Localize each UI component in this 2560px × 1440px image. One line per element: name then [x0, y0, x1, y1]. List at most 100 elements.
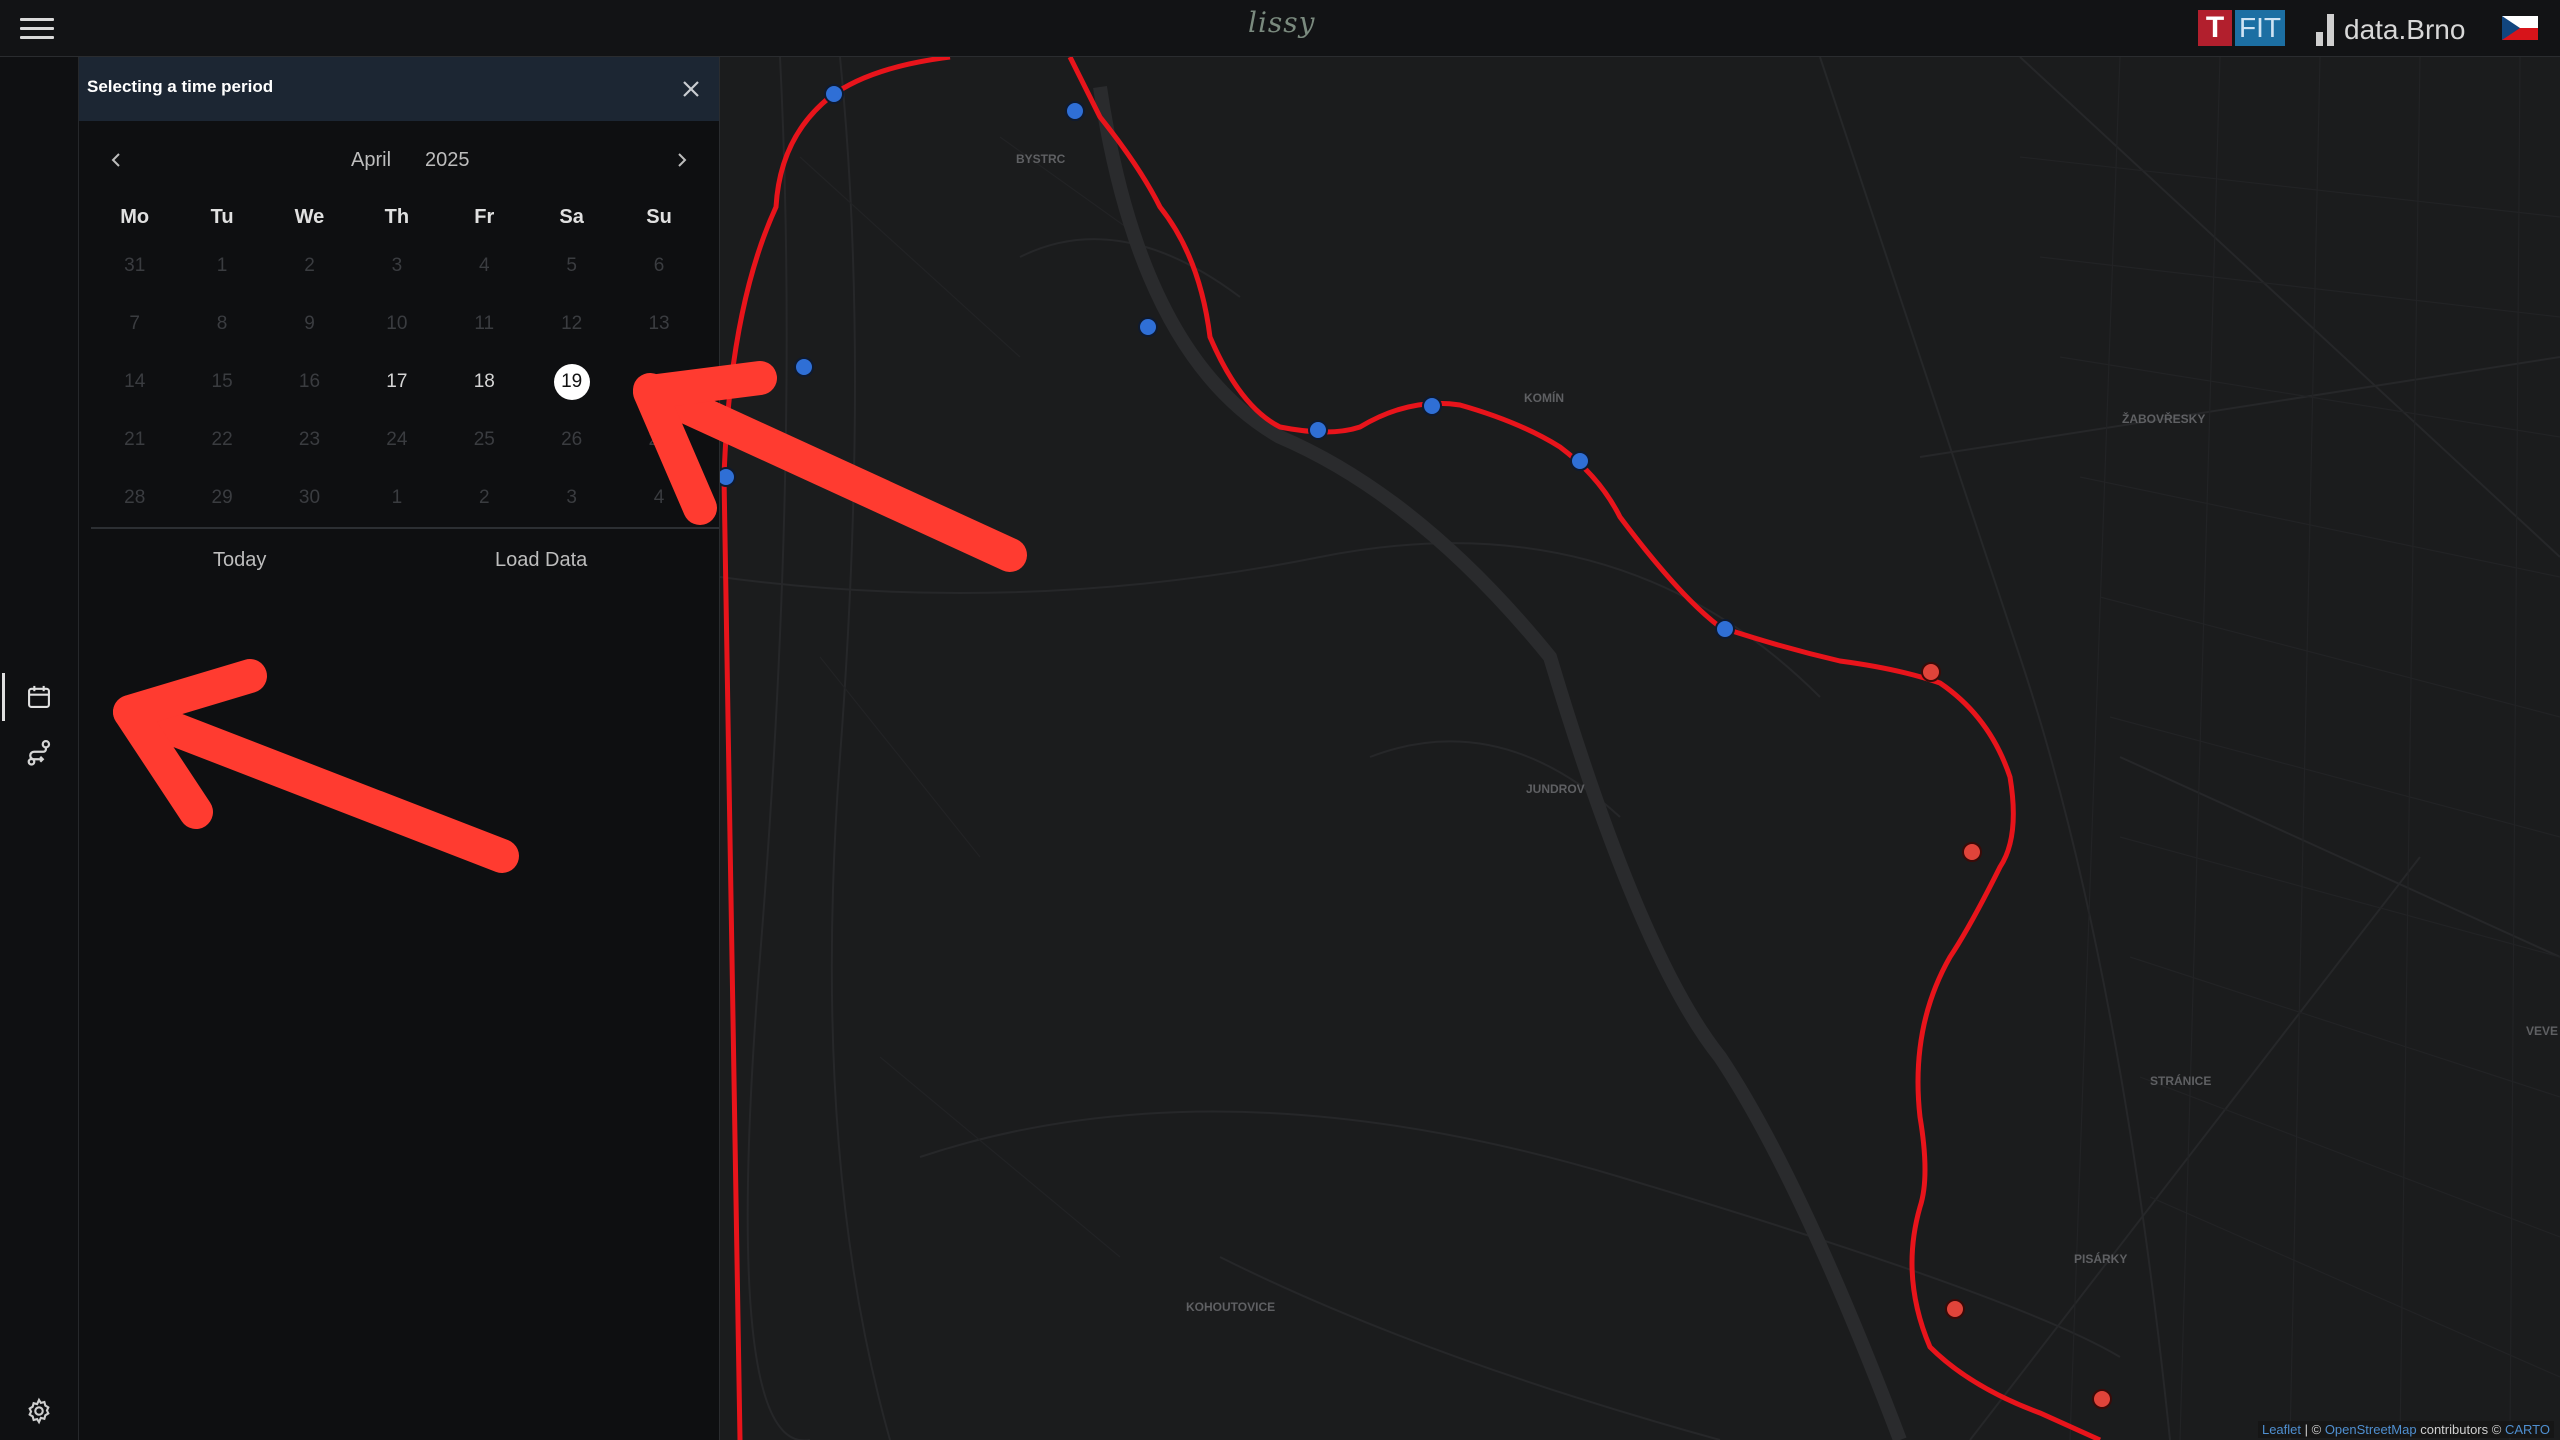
weekday-label: Fr	[474, 205, 495, 228]
calendar-weekday-row: Mo Tu We Th Fr Sa Su	[91, 197, 703, 237]
calendar-day: 8	[178, 313, 265, 335]
calendar-day-number: 3	[566, 487, 577, 508]
calendar-week-row: 14 15 16 17 18 19 20	[91, 353, 703, 411]
calendar-day: 5	[528, 255, 615, 277]
chevron-left-icon[interactable]	[101, 145, 131, 175]
weekday-label: Sa	[559, 205, 584, 228]
panel-header: Selecting a time period	[79, 57, 719, 121]
route-button[interactable]	[0, 725, 78, 781]
data-brno-text: data.Brno	[2344, 14, 2466, 45]
calendar-day-number: 5	[566, 255, 577, 276]
calendar-day-number: 23	[298, 429, 321, 450]
calendar-day: 29	[178, 487, 265, 509]
time-period-panel: Selecting a time period April 2025 Mo Tu W…	[79, 57, 720, 1440]
calendar-day[interactable]: 19	[528, 364, 615, 400]
calendar-day-number: 30	[298, 487, 321, 508]
route-icon	[27, 740, 51, 766]
map-canvas: BYSTRC KOMÍN ŽABOVŘESKY JUNDROV STRÁNICE…	[720, 57, 2560, 1440]
calendar-year[interactable]: 2025	[425, 149, 470, 172]
fit-logo[interactable]: T FIT	[2198, 10, 2285, 46]
calendar-day-number: 27	[648, 429, 670, 450]
calendar-week-row: 31 1 2 3 4 5 6	[91, 237, 703, 295]
calendar-day: 26	[528, 429, 615, 451]
calendar-day-number: 16	[298, 371, 321, 392]
calendar-day: 10	[353, 313, 440, 335]
today-button[interactable]: Today	[205, 541, 274, 580]
panel-title: Selecting a time period	[87, 77, 274, 96]
calendar-day: 15	[178, 371, 265, 393]
calendar-day-number: 26	[561, 429, 583, 450]
calendar-day: 6	[615, 255, 702, 277]
calendar-navigation: April 2025	[91, 121, 707, 197]
calendar-day-number: 3	[391, 255, 403, 276]
calendar-day: 27	[615, 429, 702, 451]
calendar-day: 4	[615, 487, 702, 509]
fit-logo-text: FIT	[2235, 10, 2285, 46]
calendar-day-number: 22	[211, 429, 233, 450]
calendar-day[interactable]: 18	[441, 371, 528, 393]
calendar-day-number: 1	[216, 255, 228, 276]
calendar-day-number: 24	[386, 429, 408, 450]
calendar-day-number: 12	[561, 313, 583, 334]
map-label-jundrov: JUNDROV	[1526, 782, 1585, 796]
calendar-day: 21	[91, 429, 178, 451]
calendar-day-number: 15	[211, 371, 233, 392]
app-logo[interactable]: lissy	[1248, 6, 1315, 39]
calendar-day[interactable]: 17	[353, 371, 440, 393]
calendar-button[interactable]	[0, 669, 78, 725]
calendar-month[interactable]: April	[351, 149, 391, 172]
calendar-day-number: 6	[653, 255, 665, 276]
icon-rail	[0, 57, 79, 1440]
osm-link[interactable]: OpenStreetMap	[2325, 1422, 2417, 1437]
calendar-day-number: 13	[648, 313, 670, 334]
carto-link[interactable]: CARTO	[2505, 1422, 2550, 1437]
calendar-day: 22	[178, 429, 265, 451]
calendar-day-number: 28	[124, 487, 146, 508]
cz-flag-icon[interactable]	[2502, 16, 2538, 40]
gear-icon	[28, 1397, 50, 1425]
calendar-grid: Mo Tu We Th Fr Sa Su 31 1 2 3 4 5 6 7 8 9 10 11 12 13 14 15 16…	[91, 197, 703, 527]
calendar-day-number: 14	[124, 371, 146, 392]
calendar-day-number: 19	[553, 364, 590, 400]
calendar-day: 20	[615, 371, 702, 393]
calendar-icon	[28, 685, 50, 708]
weekday-label: Tu	[210, 205, 234, 228]
map-label-pisarky: PISÁRKY	[2074, 1251, 2127, 1266]
calendar-day: 2	[441, 487, 528, 509]
top-bar: lissy T FIT data.Brno	[0, 0, 2560, 57]
calendar-week-row: 28 29 30 1 2 3 4	[91, 469, 703, 527]
calendar-week-row: 7 8 9 10 11 12 13	[91, 295, 703, 353]
calendar-day: 1	[178, 255, 265, 277]
close-icon[interactable]	[675, 73, 707, 105]
calendar-day: 4	[441, 255, 528, 277]
calendar-day: 7	[91, 313, 178, 335]
load-data-button[interactable]: Load Data	[487, 541, 595, 580]
calendar-day: 23	[266, 429, 353, 451]
calendar-day-number: 25	[473, 429, 495, 450]
map-label-kohoutovice: KOHOUTOVICE	[1186, 1300, 1275, 1314]
weekday-label: We	[294, 205, 325, 228]
divider	[91, 527, 719, 529]
blue-stop-markers	[720, 84, 1735, 639]
calendar-day: 24	[353, 429, 440, 451]
calendar-day-number: 2	[478, 487, 490, 508]
calendar-day-number: 10	[386, 313, 408, 334]
leaflet-link[interactable]: Leaflet	[2262, 1422, 2301, 1437]
data-brno-bars-icon	[2316, 14, 2334, 46]
weekday-label: Th	[384, 205, 410, 228]
calendar-day-number: 4	[653, 487, 665, 508]
chevron-right-icon[interactable]	[667, 145, 697, 175]
map-view[interactable]: BYSTRC KOMÍN ŽABOVŘESKY JUNDROV STRÁNICE…	[720, 57, 2560, 1440]
calendar-day-number: 29	[211, 487, 233, 508]
calendar-day-number: 4	[478, 255, 490, 276]
calendar-day: 25	[441, 429, 528, 451]
fit-logo-t: T	[2198, 10, 2232, 46]
data-brno-logo[interactable]: data.Brno	[2316, 10, 2465, 46]
calendar-day-number: 11	[474, 313, 495, 334]
calendar-day-number: 18	[473, 371, 495, 392]
hamburger-menu-icon[interactable]	[20, 14, 54, 42]
calendar-day: 11	[441, 313, 528, 335]
settings-button[interactable]	[0, 1383, 78, 1439]
map-label-bystrc: BYSTRC	[1016, 152, 1066, 166]
map-label-zabovresky: ŽABOVŘESKY	[2122, 411, 2205, 426]
